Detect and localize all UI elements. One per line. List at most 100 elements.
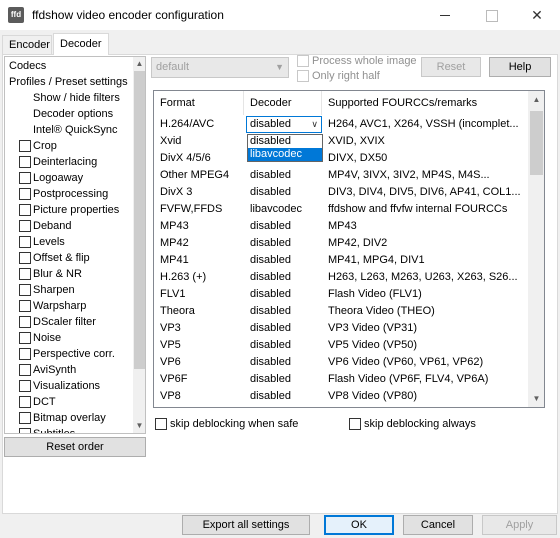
filter-checkbox[interactable] — [19, 364, 31, 376]
cell-decoder[interactable]: disabled — [244, 371, 322, 388]
cell-format: H.263 (+) — [160, 271, 207, 283]
table-row[interactable]: MP41 disabled MP41, MPG4, DIV1 — [154, 252, 530, 269]
table-row[interactable]: Theora disabled Theora Video (THEO) — [154, 303, 530, 320]
filter-checkbox[interactable] — [19, 252, 31, 264]
filter-checkbox[interactable] — [19, 220, 31, 232]
table-row[interactable]: VP6F disabled Flash Video (VP6F, FLV4, VP6… — [154, 371, 530, 388]
scroll-thumb[interactable] — [134, 71, 145, 369]
decoder-combo[interactable]: disabled ∨ — [246, 116, 322, 133]
tree-item-quicksync[interactable]: Intel® QuickSync — [33, 122, 118, 138]
filter-checkbox[interactable] — [19, 300, 31, 312]
filter-checkbox[interactable] — [19, 332, 31, 344]
reset-button[interactable]: Reset — [421, 57, 481, 77]
cell-decoder[interactable]: disabled — [244, 388, 322, 405]
apply-button[interactable]: Apply — [482, 515, 557, 535]
list-header: Format Decoder Supported FOURCCs/remarks — [154, 91, 530, 115]
column-header-remarks[interactable]: Supported FOURCCs/remarks — [322, 91, 530, 115]
scroll-down-icon[interactable]: ▼ — [133, 419, 145, 433]
minimize-button[interactable] — [422, 0, 468, 31]
table-row[interactable]: Xvid disabled XVID, XVIX — [154, 133, 530, 150]
column-header-format[interactable]: Format — [154, 91, 244, 115]
tree-item-show-hide-filters[interactable]: Show / hide filters — [33, 90, 120, 106]
tree-item-label: Noise — [33, 332, 62, 344]
cell-remarks: DIV3, DIV4, DIV5, DIV6, AP41, COL1... — [328, 186, 521, 198]
table-row[interactable]: DivX 4/5/6disabledDIVX, DX50 — [154, 150, 530, 167]
tree-scrollbar[interactable]: ▲ ▼ — [133, 57, 145, 433]
table-row[interactable]: H.264/AVC disabled ∨ H264, AVC1, X264, VSSH… — [154, 116, 530, 133]
chevron-down-icon: ∨ — [311, 119, 318, 129]
filter-checkbox[interactable] — [19, 380, 31, 392]
filter-checkbox[interactable] — [19, 268, 31, 280]
filter-checkbox[interactable] — [19, 316, 31, 328]
filter-checkbox[interactable] — [19, 236, 31, 248]
cell-decoder[interactable]: libavcodec — [244, 201, 322, 218]
filter-checkbox[interactable] — [19, 284, 31, 296]
scroll-up-icon[interactable]: ▲ — [133, 57, 145, 71]
table-row[interactable]: VP8 disabled VP8 Video (VP80) — [154, 388, 530, 405]
cell-format: MP41 — [160, 254, 189, 266]
cell-decoder[interactable]: disabled — [244, 269, 322, 286]
table-row[interactable]: VP5 disabled VP5 Video (VP50) — [154, 337, 530, 354]
ok-button[interactable]: OK — [324, 515, 394, 535]
filter-checkbox[interactable] — [19, 396, 31, 408]
tab-decoder[interactable]: Decoder — [53, 33, 109, 55]
table-row[interactable]: Other MPEG4 disabled MP4V, 3IVX, 3IV2, MP4… — [154, 167, 530, 184]
column-header-decoder[interactable]: Decoder — [244, 91, 322, 115]
tree-item-profiles[interactable]: Profiles / Preset settings — [9, 74, 128, 90]
filter-checkbox[interactable] — [19, 348, 31, 360]
filter-checkbox[interactable] — [19, 156, 31, 168]
tree-item-label: Perspective corr. — [33, 348, 115, 360]
export-settings-button[interactable]: Export all settings — [182, 515, 310, 535]
cell-decoder[interactable]: disabled — [244, 218, 322, 235]
cell-decoder[interactable]: disabled — [244, 354, 322, 371]
tree-item-label: Subtitles — [33, 428, 76, 434]
preset-combo[interactable]: default ▼ — [151, 57, 289, 78]
table-row[interactable]: MP42 disabled MP42, DIV2 — [154, 235, 530, 252]
filter-checkbox[interactable] — [19, 204, 31, 216]
decoder-combo-value: disabled — [250, 118, 291, 130]
cell-decoder[interactable]: disabled — [244, 252, 322, 269]
table-row[interactable]: DivX 3 disabled DIV3, DIV4, DIV5, DIV6, AP… — [154, 184, 530, 201]
cell-remarks: Theora Video (THEO) — [328, 305, 435, 317]
close-button[interactable]: ✕ — [514, 0, 560, 31]
tree-item-codecs[interactable]: Codecs — [9, 58, 46, 74]
tree-item-decoder-options[interactable]: Decoder options — [33, 106, 113, 122]
scroll-up-icon[interactable]: ▲ — [528, 91, 544, 108]
table-row[interactable]: VP3 disabled VP3 Video (VP31) — [154, 320, 530, 337]
help-button[interactable]: Help — [489, 57, 551, 77]
filter-checkbox[interactable] — [19, 140, 31, 152]
filter-checkbox[interactable] — [19, 188, 31, 200]
scroll-down-icon[interactable]: ▼ — [528, 390, 544, 407]
dropdown-option[interactable]: disabled — [248, 135, 322, 148]
settings-tree[interactable]: Codecs Profiles / Preset settings Show /… — [4, 56, 146, 434]
dropdown-option-selected[interactable]: libavcodec — [248, 148, 322, 161]
reset-order-button[interactable]: Reset order — [4, 437, 146, 457]
table-row[interactable]: VP6 disabled VP6 Video (VP60, VP61, VP62) — [154, 354, 530, 371]
cell-decoder[interactable]: disabled — [244, 167, 322, 184]
filter-checkbox[interactable] — [19, 412, 31, 424]
cell-decoder[interactable]: disabled — [244, 320, 322, 337]
maximize-button[interactable] — [468, 0, 514, 31]
table-row[interactable]: MP43 disabled MP43 — [154, 218, 530, 235]
filter-checkbox[interactable] — [19, 428, 31, 433]
cell-format: Theora — [160, 305, 195, 317]
tab-encoder[interactable]: Encoder — [2, 35, 52, 55]
filter-checkbox[interactable] — [19, 172, 31, 184]
tree-item-label: AviSynth — [33, 364, 77, 376]
cell-decoder[interactable]: disabled — [244, 184, 322, 201]
cell-decoder[interactable]: disabled — [244, 235, 322, 252]
decoder-dropdown-list[interactable]: disabled libavcodec — [247, 134, 323, 162]
table-row[interactable]: H.263 (+) disabled H263, L263, M263, U263,… — [154, 269, 530, 286]
codec-list[interactable]: Format Decoder Supported FOURCCs/remarks… — [153, 90, 545, 408]
cell-format: MP43 — [160, 220, 189, 232]
cancel-button[interactable]: Cancel — [403, 515, 473, 535]
scroll-thumb[interactable] — [530, 111, 543, 175]
list-scrollbar[interactable]: ▲ ▼ — [528, 91, 544, 407]
table-row[interactable]: FVFW,FFDS libavcodec ffdshow and ffvfw int… — [154, 201, 530, 218]
cell-decoder[interactable]: disabled — [244, 337, 322, 354]
cell-decoder[interactable]: disabled — [244, 286, 322, 303]
cell-format: VP6F — [160, 373, 188, 385]
cell-remarks: ffdshow and ffvfw internal FOURCCs — [328, 203, 508, 215]
table-row[interactable]: FLV1 disabled Flash Video (FLV1) — [154, 286, 530, 303]
cell-decoder[interactable]: disabled — [244, 303, 322, 320]
